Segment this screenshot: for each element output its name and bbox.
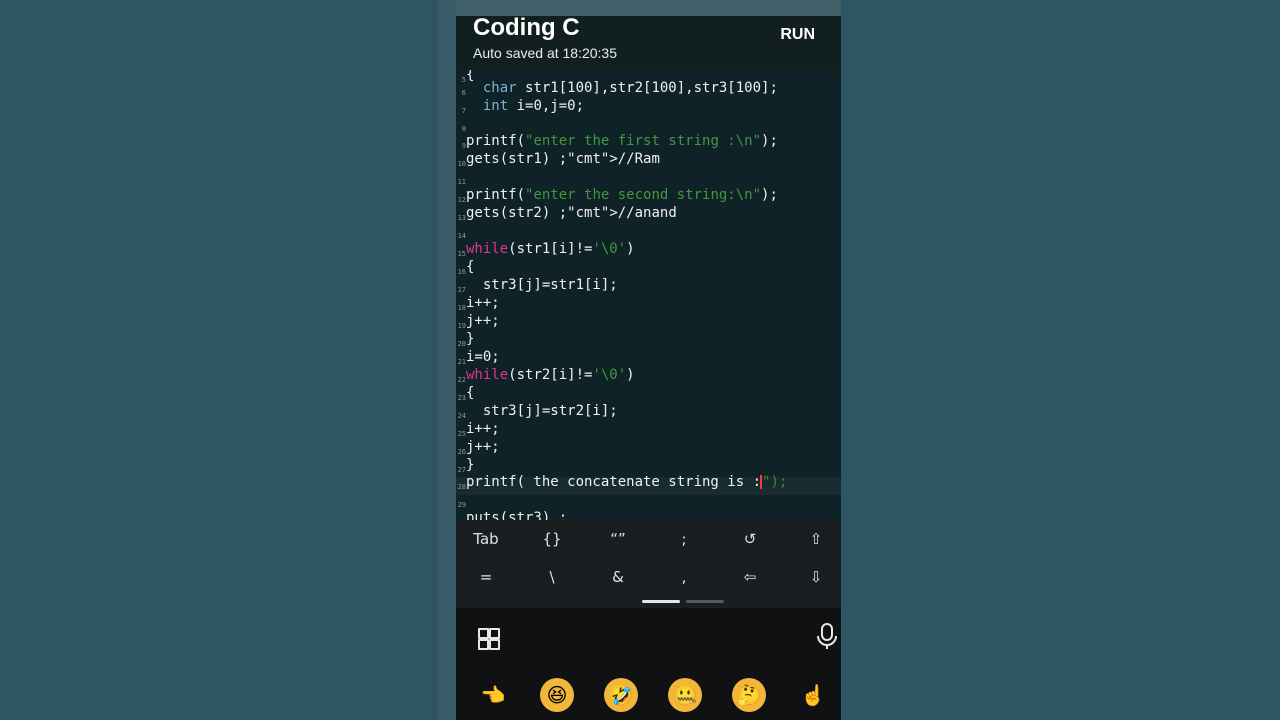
- emoji-pointing-left[interactable]: 👈: [476, 678, 510, 712]
- run-button[interactable]: RUN: [780, 26, 815, 44]
- line-text: printf( the concatenate string is :");: [466, 474, 788, 490]
- emoji-pointing-up[interactable]: ☝️: [796, 678, 830, 712]
- line-text: i=0;: [466, 349, 500, 365]
- emoji-thinking[interactable]: 🤔: [732, 678, 766, 712]
- code-editor[interactable]: 5{6 char str1[100],str2[100],str3[100]; 7…: [456, 70, 841, 520]
- line-text: {: [466, 385, 475, 401]
- emoji-rolling-laugh[interactable]: 🤣: [604, 678, 638, 712]
- code-line[interactable]: 26 j++;: [456, 439, 841, 460]
- line-number: 6: [461, 89, 466, 97]
- emoji-suggestions: 👈 😆 🤣 🤐 🤔 ☝️: [456, 668, 841, 720]
- line-text: }: [466, 331, 475, 347]
- line-text: j++;: [466, 313, 500, 329]
- code-line[interactable]: 22 while(str2[i]!='\0'): [456, 367, 841, 388]
- code-line[interactable]: 20}: [456, 331, 841, 352]
- line-text: }: [466, 457, 475, 473]
- braces-key[interactable]: {}: [527, 530, 577, 548]
- line-number: 17: [457, 286, 466, 294]
- code-line[interactable]: 25 i++;: [456, 421, 841, 442]
- backspace-key[interactable]: ⇦: [725, 568, 775, 586]
- page-indicator-inactive: [686, 600, 724, 603]
- line-text: printf("enter the second string:\n");: [466, 187, 778, 203]
- line-text: i++;: [466, 295, 500, 311]
- line-number: 16: [457, 268, 466, 276]
- emoji-zipper-mouth[interactable]: 🤐: [668, 678, 702, 712]
- line-number: 22: [457, 376, 466, 384]
- line-text: while(str2[i]!='\0'): [466, 367, 635, 383]
- microphone-icon[interactable]: [814, 622, 840, 652]
- app-title: Coding C: [473, 14, 580, 41]
- shift-up-key[interactable]: ⇧: [791, 530, 841, 548]
- code-line[interactable]: 19 j++;: [456, 313, 841, 334]
- line-number: 23: [457, 394, 466, 402]
- code-line[interactable]: 30puts(str3) ;: [456, 510, 841, 520]
- arrow-down-key[interactable]: ⇩: [791, 568, 841, 586]
- line-number: 10: [457, 160, 466, 168]
- autosave-status: Auto saved at 18:20:35: [473, 45, 617, 61]
- line-text: i++;: [466, 421, 500, 437]
- line-number: 27: [457, 466, 466, 474]
- line-number: 7: [461, 107, 466, 115]
- line-number: 29: [457, 501, 466, 509]
- screen-edge: [438, 0, 456, 720]
- code-line[interactable]: 7 int i=0,j=0;: [456, 98, 841, 119]
- line-number: 12: [457, 196, 466, 204]
- line-text: str3[j]=str1[i];: [466, 277, 618, 293]
- line-number: 25: [457, 430, 466, 438]
- background-right: [841, 0, 1280, 720]
- semicolon-key[interactable]: ;: [659, 530, 709, 548]
- line-text: str3[j]=str2[i];: [466, 403, 618, 419]
- line-number: 26: [457, 448, 466, 456]
- line-text: while(str1[i]!='\0'): [466, 241, 635, 257]
- background-left: [0, 0, 438, 720]
- backslash-key[interactable]: \: [527, 568, 577, 586]
- line-number: 28: [457, 483, 466, 491]
- line-number: 24: [457, 412, 466, 420]
- line-number: 19: [457, 322, 466, 330]
- page-indicator-active: [642, 600, 680, 603]
- keyboard-toolbar: [456, 608, 841, 668]
- line-number: 13: [457, 214, 466, 222]
- code-line[interactable]: 28 printf( the concatenate string is :");: [456, 474, 841, 495]
- line-number: 9: [461, 142, 466, 150]
- comma-key[interactable]: ,: [659, 568, 709, 586]
- equals-key[interactable]: =: [461, 568, 511, 586]
- line-number: 15: [457, 250, 466, 258]
- line-text: gets(str1) ;"cmt">//Ram: [466, 151, 660, 167]
- line-number: 21: [457, 358, 466, 366]
- line-number: 20: [457, 340, 466, 348]
- code-line[interactable]: 15 while(str1[i]!='\0'): [456, 241, 841, 262]
- line-text: char str1[100],str2[100],str3[100];: [482, 80, 778, 96]
- line-text: puts(str3) ;: [466, 510, 568, 520]
- line-text: gets(str2) ;"cmt">//anand: [466, 205, 677, 221]
- code-line[interactable]: 17 str3[j]=str1[i];: [456, 277, 841, 298]
- code-line[interactable]: 13 gets(str2) ;"cmt">//anand: [456, 205, 841, 226]
- line-number: 14: [457, 232, 466, 240]
- extra-keys-bar: Tab {} “”; ↺ ⇧ = \ &, ⇦ ⇩: [456, 520, 841, 608]
- phone-screen: Coding C Auto saved at 18:20:35 RUN 5{6 …: [438, 0, 841, 720]
- code-line[interactable]: 24 str3[j]=str2[i];: [456, 403, 841, 424]
- line-text: int i=0,j=0;: [482, 98, 585, 114]
- tab-key[interactable]: Tab: [461, 530, 511, 548]
- ampersand-key[interactable]: &: [593, 568, 643, 586]
- line-text: printf("enter the first string :\n");: [466, 133, 778, 149]
- line-number: 8: [461, 125, 466, 133]
- app-bar: Coding C Auto saved at 18:20:35 RUN: [456, 14, 841, 70]
- line-number: 18: [457, 304, 466, 312]
- apps-grid-icon[interactable]: [478, 628, 500, 650]
- line-text: {: [466, 259, 475, 275]
- line-text: j++;: [466, 439, 500, 455]
- line-number: 11: [457, 178, 466, 186]
- code-line[interactable]: 10 gets(str1) ;"cmt">//Ram: [456, 151, 841, 172]
- emoji-laughing[interactable]: 😆: [540, 678, 574, 712]
- code-line[interactable]: 18 i++;: [456, 295, 841, 316]
- quotes-key[interactable]: “”: [593, 530, 643, 548]
- undo-key[interactable]: ↺: [725, 530, 775, 548]
